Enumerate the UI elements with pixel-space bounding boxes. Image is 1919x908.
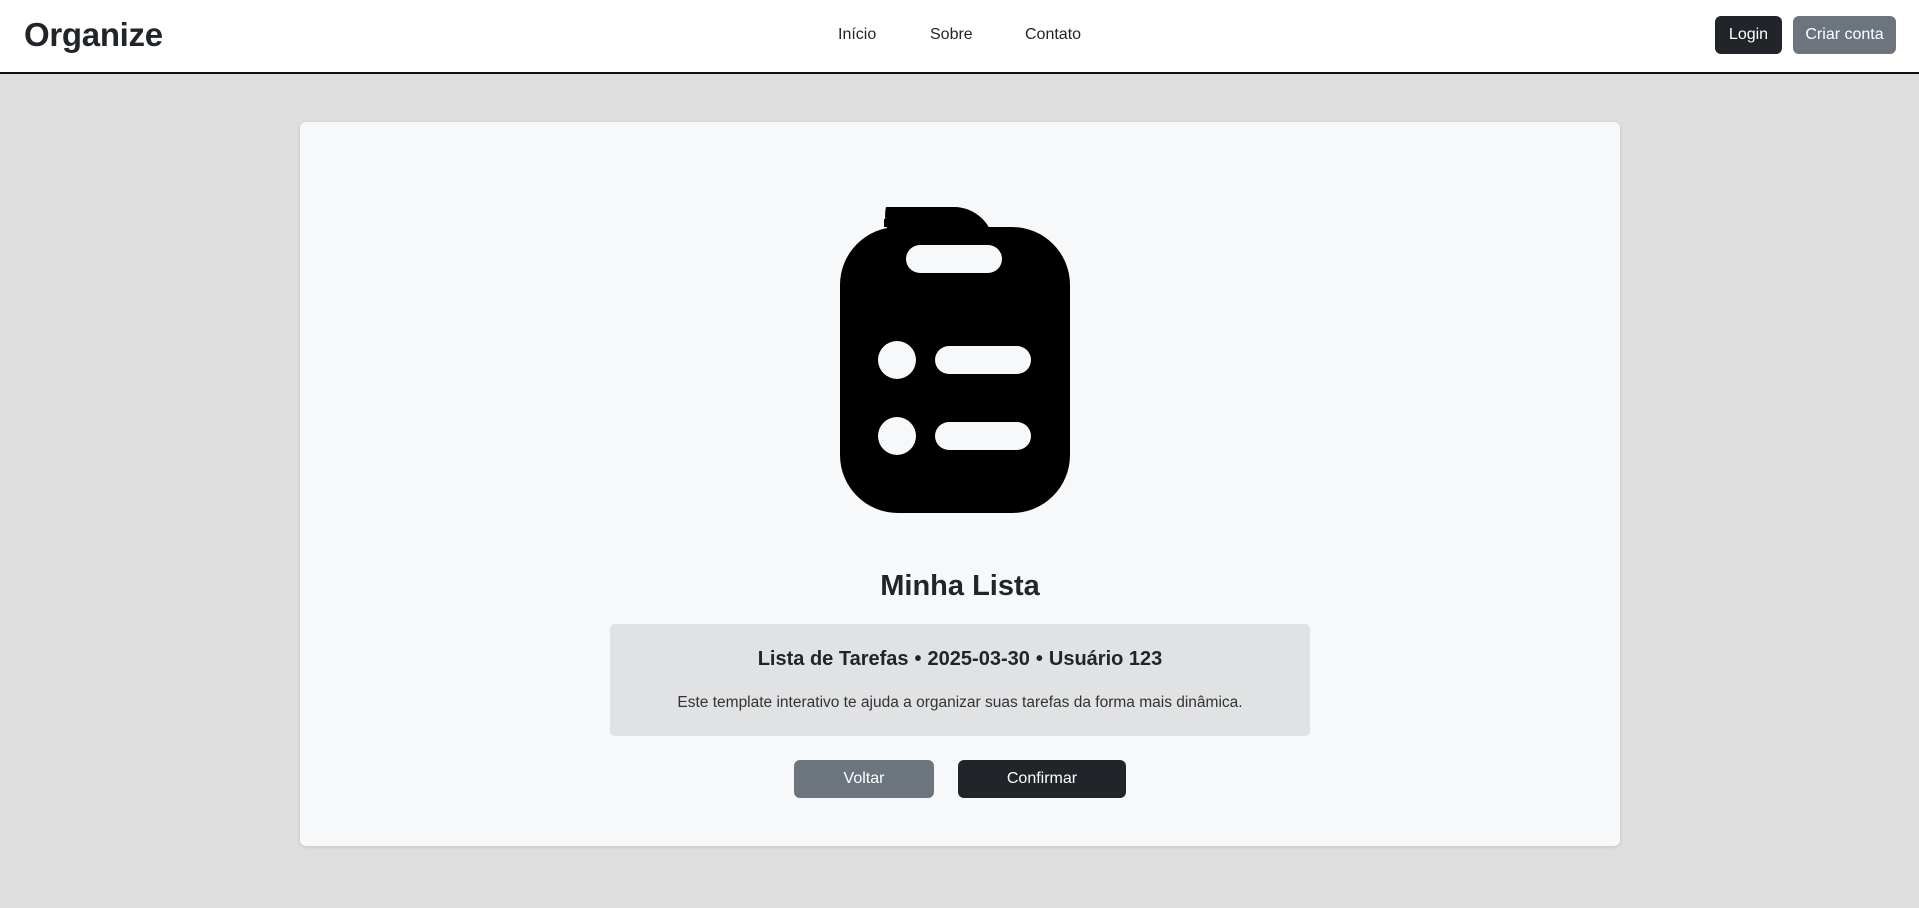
list-meta: Lista de Tarefas • 2025-03-30 • Usuário 123 xyxy=(610,648,1310,671)
navbar: Organize Início Sobre Contato Login Cria… xyxy=(0,0,1919,74)
page-title: Minha Lista xyxy=(880,570,1040,602)
list-description: Este template interativo te ajuda a orga… xyxy=(677,694,1243,711)
list-name: Lista de Tarefas xyxy=(757,648,909,670)
list-date: 2025-03-30 xyxy=(927,648,1030,670)
list-user: Usuário 123 xyxy=(1048,648,1163,670)
nav-link-inicio[interactable]: Início xyxy=(838,26,876,44)
list-info-box: Lista de Tarefas • 2025-03-30 • Usuário 123 … xyxy=(610,624,1310,736)
confirm-button[interactable]: Confirmar xyxy=(958,760,1126,798)
back-button[interactable]: Voltar xyxy=(794,760,934,798)
separator: • xyxy=(1035,648,1043,670)
list-card: Minha Lista Lista de Tarefas • 2025-03-30 •… xyxy=(300,122,1620,846)
separator: • xyxy=(914,648,922,670)
nav-link-sobre[interactable]: Sobre xyxy=(930,26,973,44)
nav-link-contato[interactable]: Contato xyxy=(1025,26,1081,44)
brand-logo[interactable]: Organize xyxy=(24,16,163,54)
clipboard-list-icon xyxy=(840,207,1070,513)
signup-button[interactable]: Criar conta xyxy=(1793,16,1896,54)
login-button[interactable]: Login xyxy=(1715,16,1782,54)
